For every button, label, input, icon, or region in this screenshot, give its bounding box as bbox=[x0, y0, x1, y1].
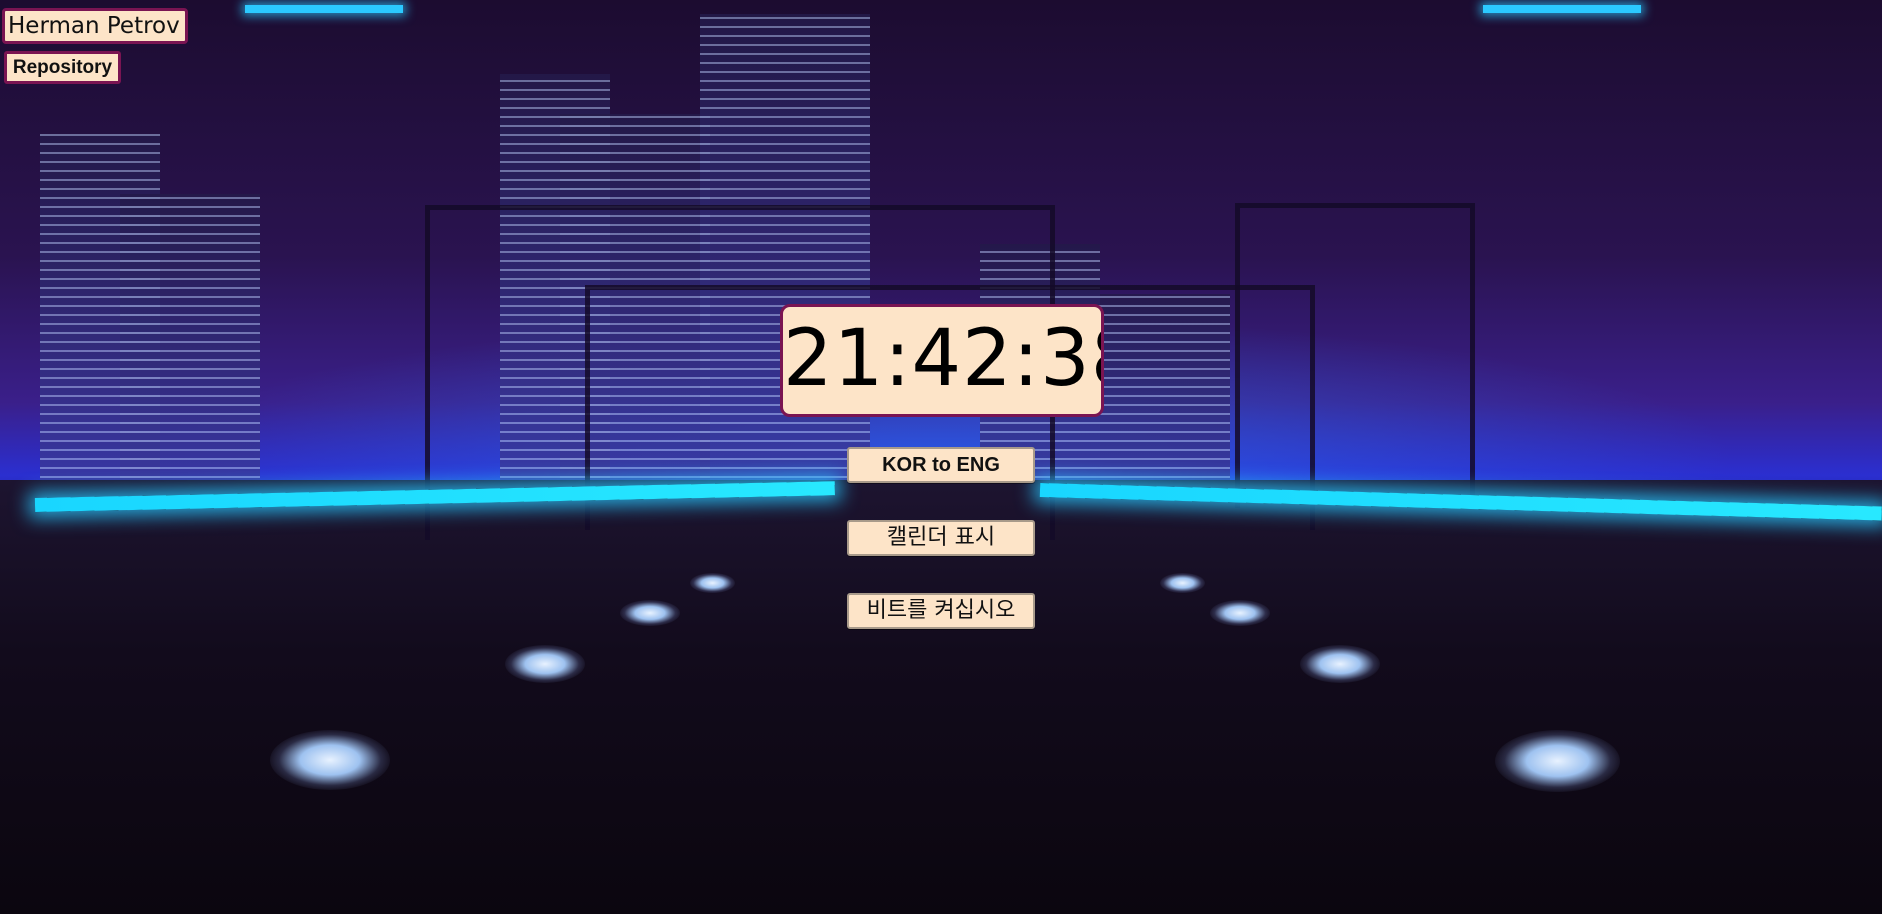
top-light-bar bbox=[245, 5, 403, 13]
top-light-bar bbox=[1483, 5, 1641, 13]
neon-rail-right bbox=[1039, 483, 1882, 521]
digital-clock: 21:42:38 bbox=[780, 304, 1104, 417]
show-calendar-button[interactable]: 캘린더 표시 bbox=[847, 520, 1035, 556]
road-lamp bbox=[690, 573, 735, 593]
road-lamp bbox=[270, 730, 390, 790]
road-lamp bbox=[1160, 573, 1205, 593]
repository-button[interactable]: Repository bbox=[4, 51, 121, 84]
neon-rail-left bbox=[34, 481, 835, 512]
road-lamp bbox=[1210, 600, 1270, 626]
turn-on-beat-button[interactable]: 비트를 켜십시오 bbox=[847, 593, 1035, 629]
city-background-scene: Herman Petrov Repository 21:42:38 KOR to… bbox=[0, 0, 1882, 914]
user-name-label: Herman Petrov bbox=[2, 8, 188, 44]
road-lamp bbox=[1495, 730, 1620, 792]
gate-frame bbox=[1235, 203, 1475, 508]
road-lamp bbox=[505, 645, 585, 683]
road-lamp bbox=[620, 600, 680, 626]
road-lamp bbox=[1300, 645, 1380, 683]
kor-to-eng-button[interactable]: KOR to ENG bbox=[847, 447, 1035, 483]
